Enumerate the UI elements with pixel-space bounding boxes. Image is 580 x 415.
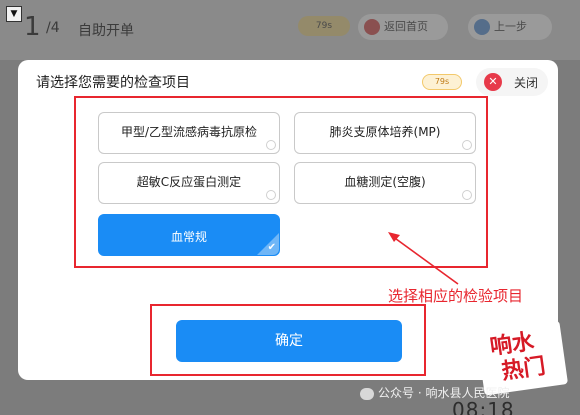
- radio-circle-icon: [266, 140, 276, 150]
- option-label: 超敏C反应蛋白测定: [136, 175, 242, 189]
- close-button[interactable]: ✕ 关闭: [476, 68, 548, 96]
- option-flu-antigen[interactable]: 甲型/乙型流感病毒抗原检: [98, 112, 280, 154]
- option-mycoplasma-culture[interactable]: 肺炎支原体培养(MP): [294, 112, 476, 154]
- radio-circle-icon: [266, 190, 276, 200]
- home-icon: [364, 19, 380, 35]
- radio-circle-icon: [462, 190, 472, 200]
- option-fasting-glucose[interactable]: 血糖测定(空腹): [294, 162, 476, 204]
- previous-step-button[interactable]: 上一步: [468, 14, 552, 40]
- option-label: 血糖测定(空腹): [344, 175, 426, 189]
- home-button-label: 返回首页: [384, 20, 428, 33]
- close-button-label: 关闭: [514, 76, 539, 90]
- session-timer: 79s: [298, 16, 350, 36]
- home-button[interactable]: 返回首页: [358, 14, 448, 40]
- logo-text: 热门: [500, 353, 548, 385]
- option-label: 血常规: [170, 230, 207, 244]
- checkmark-icon: ✔: [267, 242, 276, 253]
- page-title: 自助开单: [78, 23, 134, 39]
- confirm-button[interactable]: 确定: [176, 320, 402, 362]
- dialog-timer: 79s: [422, 74, 462, 90]
- wechat-icon: [360, 387, 374, 400]
- step-total: /4: [46, 20, 60, 36]
- previous-step-label: 上一步: [494, 20, 527, 33]
- radio-circle-icon: [462, 140, 472, 150]
- option-label: 甲型/乙型流感病毒抗原检: [120, 125, 258, 139]
- option-label: 肺炎支原体培养(MP): [329, 125, 441, 139]
- dialog-title: 请选择您需要的检查项目: [36, 75, 190, 91]
- option-crp[interactable]: 超敏C反应蛋白测定: [98, 162, 280, 204]
- menu-toggle-icon[interactable]: ▼: [6, 6, 22, 22]
- back-arrow-icon: [474, 19, 490, 35]
- step-number: 1: [24, 12, 41, 42]
- close-icon: ✕: [484, 73, 502, 91]
- option-blood-routine[interactable]: 血常规 ✔: [98, 214, 280, 256]
- watermark-account: 公众号 · 响水县人民医院: [360, 384, 509, 401]
- account-name: 公众号 · 响水县人民医院: [378, 386, 510, 400]
- annotation-text: 选择相应的检验项目: [388, 287, 524, 305]
